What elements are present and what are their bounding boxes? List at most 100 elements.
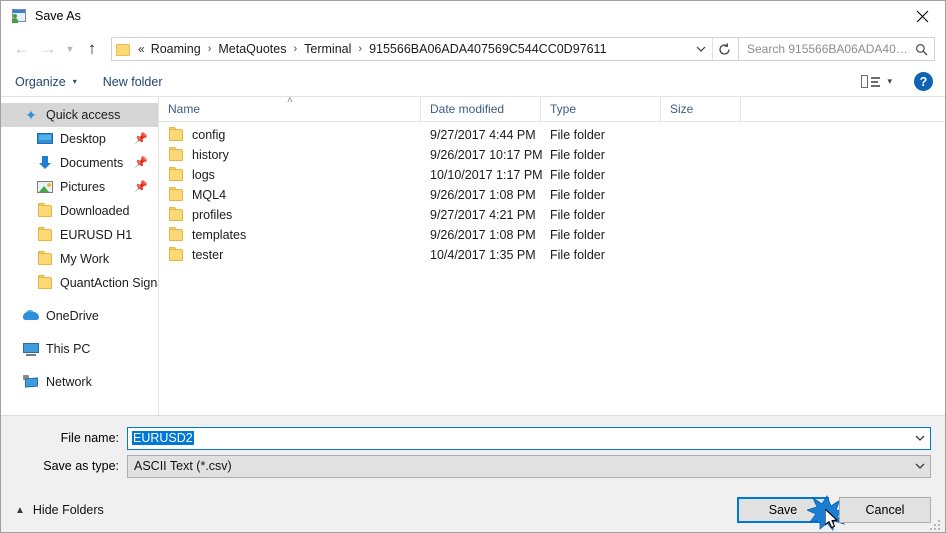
sidebar-item-label: Downloaded (60, 204, 130, 218)
address-bar[interactable]: « Roaming › MetaQuotes › Terminal › 9155… (111, 37, 739, 61)
sidebar-item-label: Desktop (60, 132, 106, 146)
file-name-cell: logs (159, 167, 421, 183)
sidebar-item-network[interactable]: Network (1, 370, 158, 394)
sidebar-item-quick-access[interactable]: ✦ Quick access (1, 103, 158, 127)
file-name-row: File name: EURUSD2 (1, 426, 945, 450)
folder-icon (168, 127, 184, 143)
search-input[interactable]: Search 915566BA06ADA40756... (739, 37, 935, 61)
column-header-size[interactable]: Size (661, 97, 741, 121)
sidebar-item-quantaction-signal[interactable]: QuantAction Signal (1, 271, 158, 295)
save-form: File name: EURUSD2 Save as type: ASCII T… (1, 415, 945, 488)
save-as-type-chevron-down-icon[interactable] (910, 463, 930, 470)
breadcrumb-overflow[interactable]: « (136, 42, 151, 56)
table-row[interactable]: MQL4 9/26/2017 1:08 PM File folder (159, 185, 945, 205)
recent-locations-chevron-down-icon[interactable]: ▼ (61, 36, 79, 62)
view-layout-icon[interactable] (861, 74, 881, 90)
forward-arrow-icon[interactable]: → (35, 36, 61, 62)
folder-icon (168, 247, 184, 263)
up-arrow-icon[interactable]: ↑ (79, 36, 105, 62)
pin-icon: 📌 (134, 180, 148, 193)
table-row[interactable]: profiles 9/27/2017 4:21 PM File folder (159, 205, 945, 225)
sidebar-item-desktop[interactable]: Desktop 📌 (1, 127, 158, 151)
file-name-input[interactable]: EURUSD2 (127, 426, 931, 450)
dialog-footer: ▲ Hide Folders Save Cancel (1, 488, 945, 532)
back-arrow-icon[interactable]: ← (9, 36, 35, 62)
folder-icon (37, 251, 53, 267)
sidebar-item-my-work[interactable]: My Work (1, 247, 158, 271)
file-list-pane: Name ˄ Date modified Type Size config 9/… (159, 95, 945, 415)
sidebar-item-pictures[interactable]: Pictures 📌 (1, 175, 158, 199)
file-name-label: File name: (60, 431, 119, 445)
file-name: MQL4 (192, 188, 227, 202)
breadcrumb-item-3[interactable]: 915566BA06ADA407569C544CC0D97611 (369, 42, 606, 56)
view-chevron-down-icon[interactable]: ▾ (887, 76, 892, 87)
search-icon[interactable] (912, 43, 930, 56)
breadcrumb-separator: › (358, 43, 363, 55)
organize-button[interactable]: Organize ▾ (15, 75, 77, 89)
save-as-type-row: Save as type: ASCII Text (*.csv) (1, 454, 945, 478)
sidebar-item-downloaded[interactable]: Downloaded (1, 199, 158, 223)
column-header-row: Name ˄ Date modified Type Size (159, 95, 945, 122)
column-header-type[interactable]: Type (541, 97, 661, 121)
chevron-up-icon: ▲ (15, 504, 25, 516)
file-date: 10/4/2017 1:35 PM (430, 248, 536, 262)
save-as-window-icon (11, 8, 27, 24)
save-button[interactable]: Save (737, 495, 847, 531)
sidebar-item-documents[interactable]: Documents 📌 (1, 151, 158, 175)
cancel-button[interactable]: Cancel (839, 497, 931, 523)
save-as-type-select[interactable]: ASCII Text (*.csv) (127, 454, 931, 478)
title-bar: Save As (1, 1, 945, 31)
sidebar-item-label: Quick access (46, 108, 121, 122)
file-name-cell: templates (159, 227, 421, 243)
sidebar-item-onedrive[interactable]: OneDrive (1, 304, 158, 328)
star-icon: ✦ (25, 107, 37, 123)
table-row[interactable]: templates 9/26/2017 1:08 PM File folder (159, 225, 945, 245)
help-button[interactable]: ? (914, 72, 933, 91)
address-chevron-down-icon[interactable] (690, 38, 712, 60)
navigation-sidebar: ✦ Quick access Desktop 📌 Documents 📌 Pic… (1, 97, 159, 415)
table-row[interactable]: history 9/26/2017 10:17 PM File folder (159, 145, 945, 165)
file-name: templates (192, 228, 247, 242)
file-type: File folder (550, 148, 605, 162)
breadcrumb-item-2[interactable]: Terminal (304, 42, 351, 56)
column-header-label: Type (550, 102, 577, 116)
breadcrumb-item-0[interactable]: Roaming (151, 42, 201, 56)
pictures-icon (37, 179, 53, 195)
sort-ascending-icon: ˄ (287, 95, 293, 106)
breadcrumb-separator: › (293, 43, 298, 55)
dialog-body: ✦ Quick access Desktop 📌 Documents 📌 Pic… (1, 95, 945, 415)
new-folder-button[interactable]: New folder (103, 75, 163, 89)
breadcrumb-item-1[interactable]: MetaQuotes (218, 42, 286, 56)
file-name: tester (192, 248, 224, 262)
table-row[interactable]: config 9/27/2017 4:44 PM File folder (159, 125, 945, 145)
resize-grip[interactable] (930, 518, 942, 530)
folder-icon (168, 167, 184, 183)
column-header-name[interactable]: Name ˄ (159, 95, 421, 121)
file-name: logs (192, 168, 215, 182)
save-as-dialog: Save As ← → ▼ ↑ « Roaming › MetaQuotes ›… (0, 0, 946, 533)
file-date: 10/10/2017 1:17 PM (430, 168, 543, 182)
column-header-label: Date modified (430, 102, 505, 116)
sidebar-item-this-pc[interactable]: This PC (1, 337, 158, 361)
sidebar-item-label: Pictures (60, 180, 106, 194)
onedrive-icon (23, 308, 39, 324)
refresh-icon[interactable] (712, 38, 736, 60)
command-toolbar: Organize ▾ New folder ▾ ? (1, 67, 945, 97)
folder-icon (168, 227, 184, 243)
table-row[interactable]: tester 10/4/2017 1:35 PM File folder (159, 245, 945, 265)
close-icon[interactable] (899, 1, 945, 31)
chevron-down-icon: ▾ (72, 77, 77, 86)
file-name-chevron-down-icon[interactable] (910, 435, 930, 442)
search-placeholder: Search 915566BA06ADA40756... (747, 42, 912, 56)
sidebar-item-label: Documents (60, 156, 124, 170)
file-name-cell: tester (159, 247, 421, 263)
column-header-date-modified[interactable]: Date modified (421, 97, 541, 121)
hide-folders-button[interactable]: ▲ Hide Folders (15, 503, 104, 517)
table-row[interactable]: logs 10/10/2017 1:17 PM File folder (159, 165, 945, 185)
file-name-cell: profiles (159, 207, 421, 223)
file-date: 9/27/2017 4:21 PM (430, 208, 536, 222)
file-list: config 9/27/2017 4:44 PM File folder his… (159, 122, 945, 415)
breadcrumb: « Roaming › MetaQuotes › Terminal › 9155… (136, 42, 690, 56)
sidebar-item-eurusd-h1[interactable]: EURUSD H1 (1, 223, 158, 247)
file-name-value: EURUSD2 (132, 431, 910, 445)
